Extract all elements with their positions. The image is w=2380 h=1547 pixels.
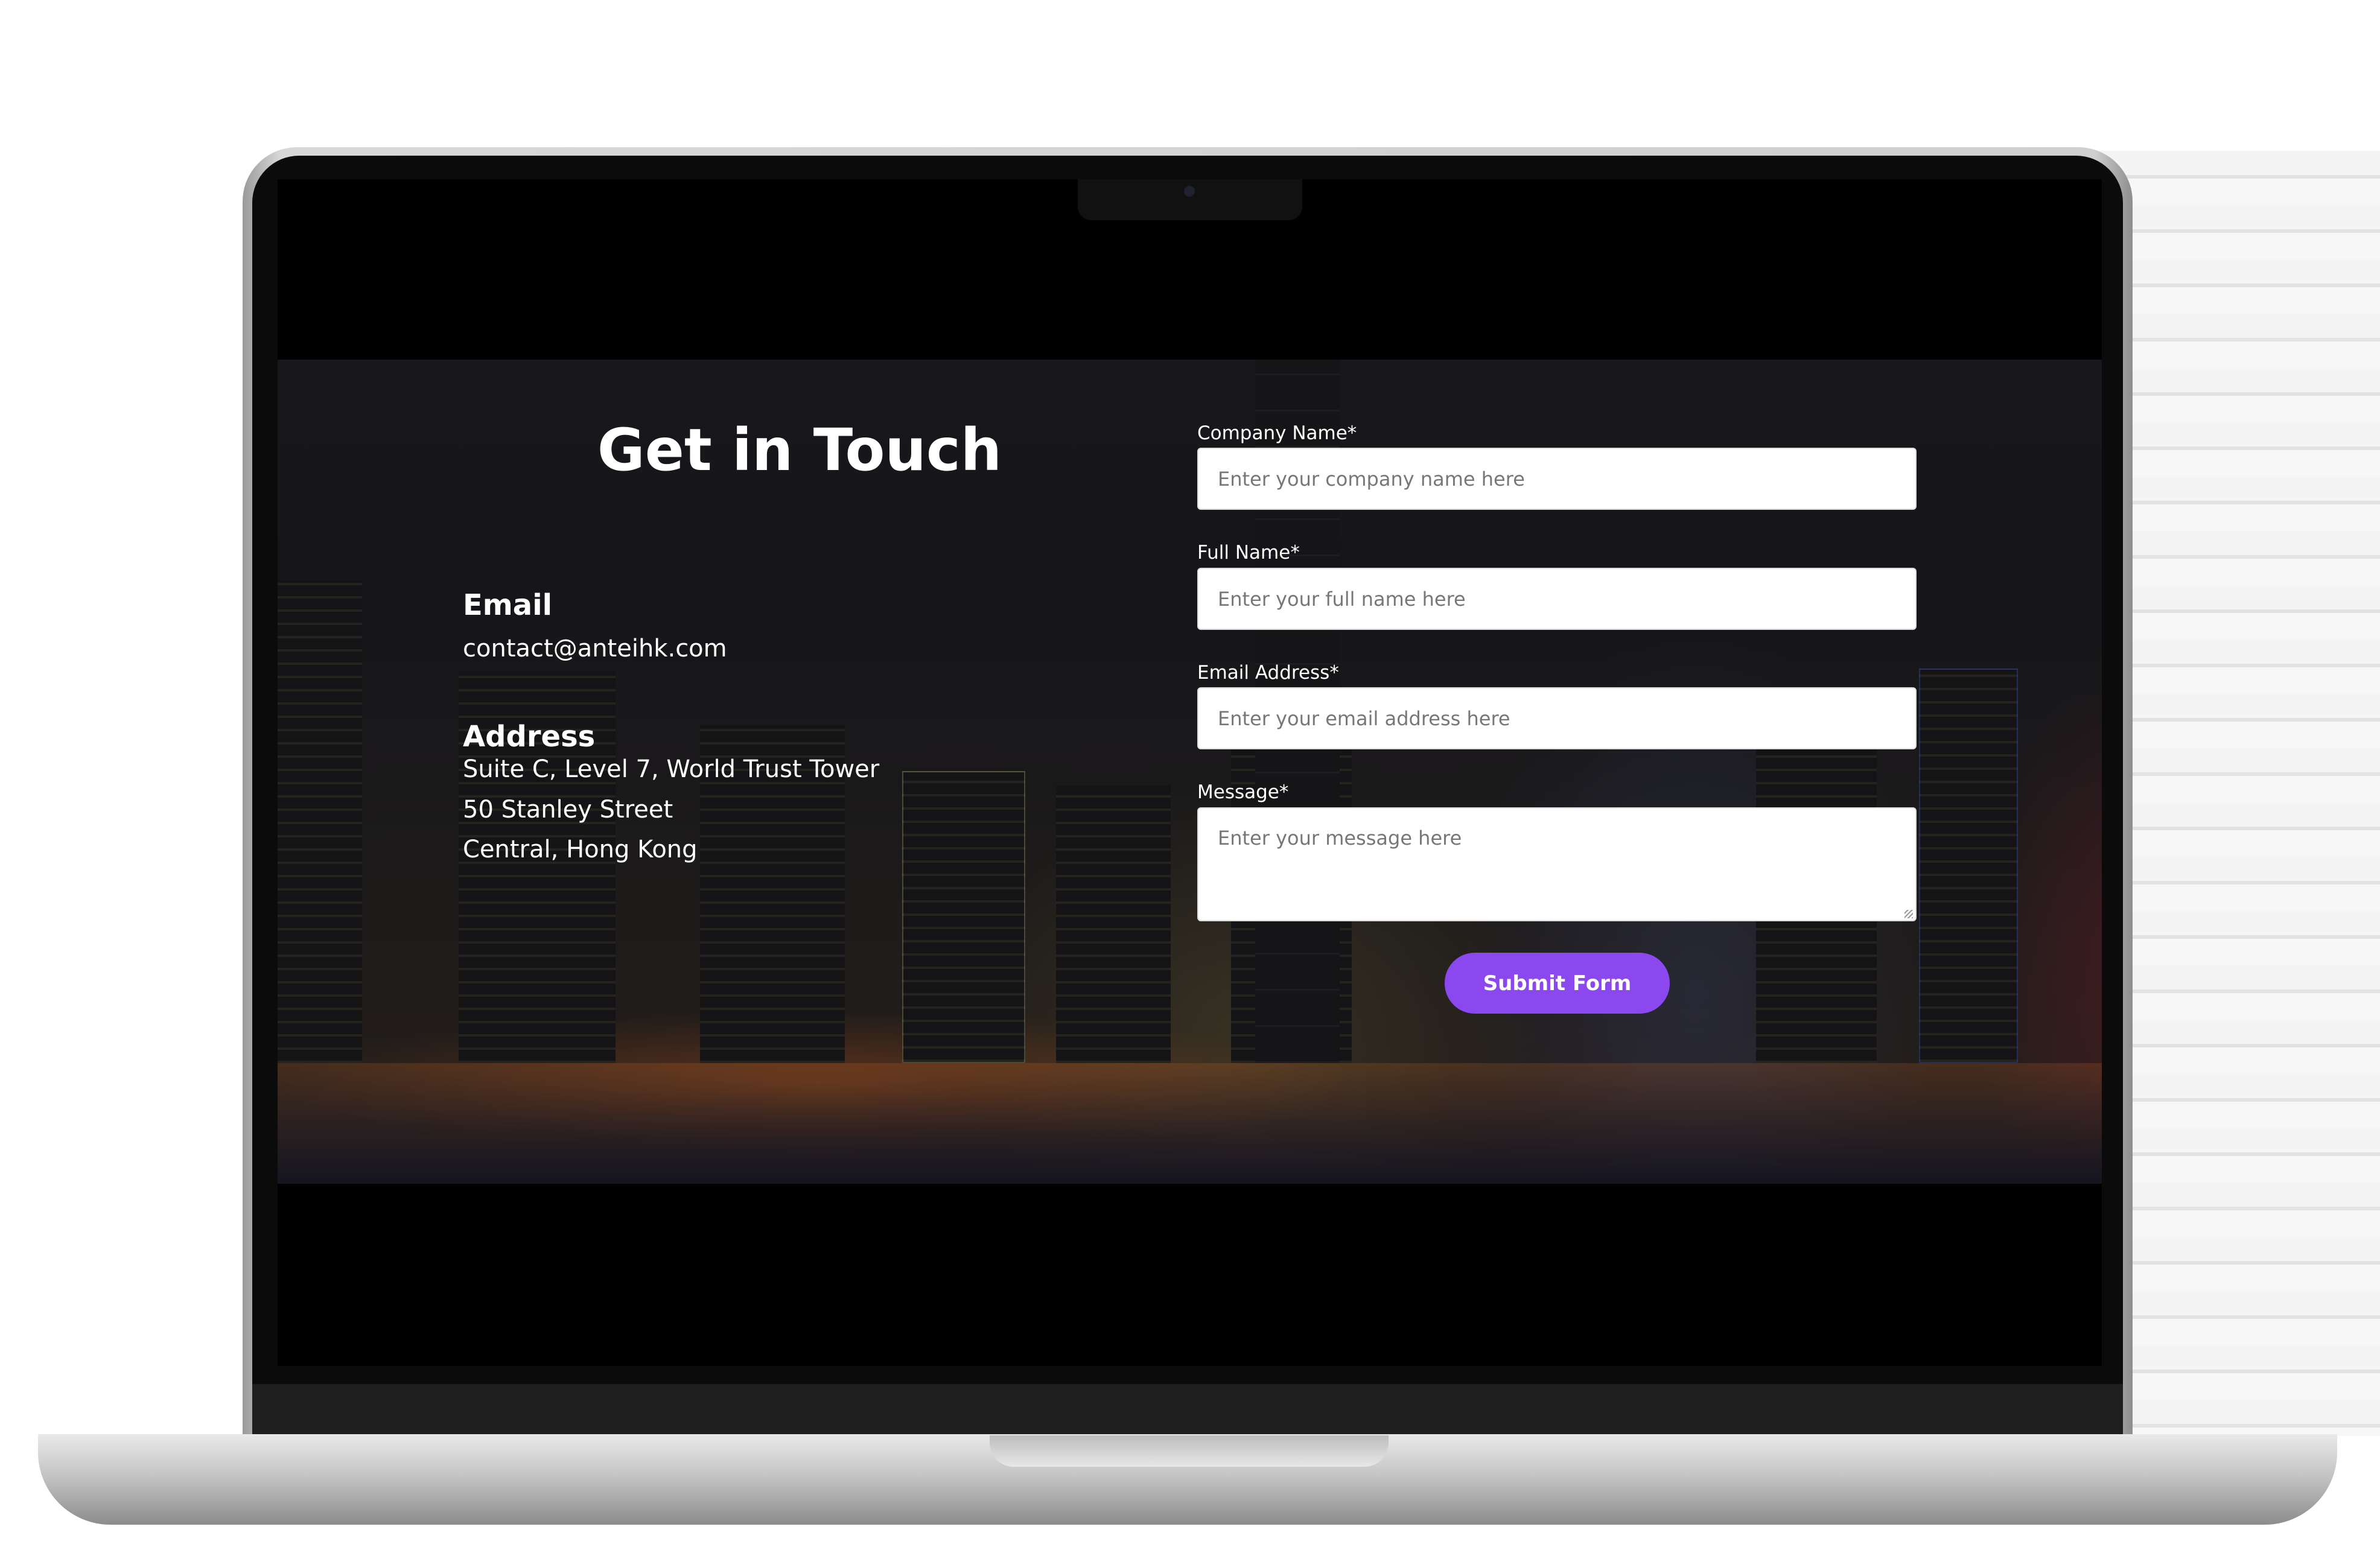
email-address-input[interactable]: Enter your email address here [1197, 687, 1917, 749]
full-name-label: Full Name* [1197, 542, 1300, 564]
address-line: 50 Stanley Street [463, 796, 673, 824]
harbour-water [278, 1063, 2102, 1184]
city-building [902, 771, 1025, 1063]
email-heading: Email [463, 588, 553, 622]
full-name-input[interactable]: Enter your full name here [1197, 568, 1917, 630]
background-reflection [2100, 151, 2380, 1436]
message-placeholder: Enter your message here [1218, 827, 1462, 850]
email-address-placeholder: Enter your email address here [1218, 707, 1510, 730]
full-name-placeholder: Enter your full name here [1218, 587, 1466, 611]
camera-icon [1184, 186, 1195, 197]
company-name-input[interactable]: Enter your company name here [1197, 448, 1917, 510]
city-building [1056, 786, 1171, 1063]
company-name-label: Company Name* [1197, 422, 1357, 444]
address-heading: Address [463, 720, 596, 754]
laptop-hinge [252, 1384, 2123, 1436]
address-line: Suite C, Level 7, World Trust Tower [463, 755, 880, 783]
resize-handle-icon[interactable] [1904, 910, 1913, 918]
city-building [1919, 669, 2018, 1063]
address-line: Central, Hong Kong [463, 836, 698, 863]
laptop-base-notch [990, 1435, 1389, 1467]
email-link[interactable]: contact@anteihk.com [463, 635, 727, 662]
city-building [278, 580, 362, 1063]
message-label: Message* [1197, 781, 1289, 803]
message-textarea[interactable]: Enter your message here [1197, 807, 1917, 921]
company-name-placeholder: Enter your company name here [1218, 467, 1525, 491]
submit-form-button[interactable]: Submit Form [1445, 953, 1670, 1014]
email-address-label: Email Address* [1197, 662, 1339, 684]
